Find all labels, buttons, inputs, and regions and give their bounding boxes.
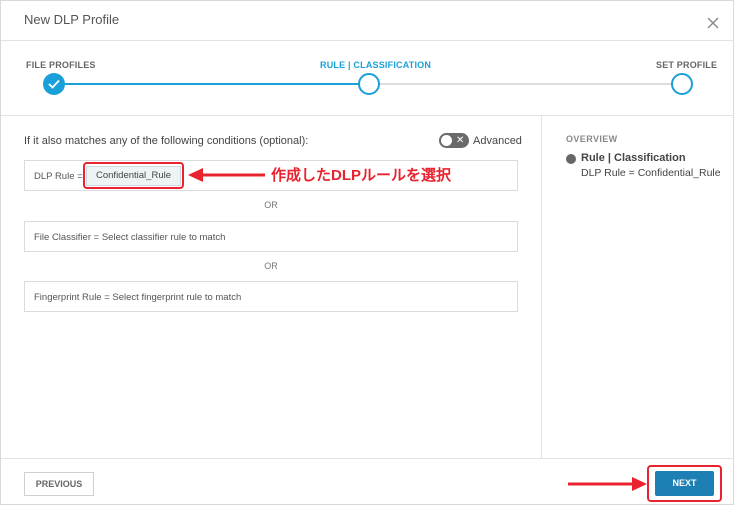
step-label-file-profiles: FILE PROFILES bbox=[26, 60, 96, 70]
previous-button[interactable]: PREVIOUS bbox=[24, 472, 94, 496]
step-rule-classification[interactable] bbox=[358, 73, 380, 95]
or-separator-2: OR bbox=[264, 261, 278, 271]
toggle-off-icon: ✕ bbox=[456, 135, 465, 146]
conditions-panel: If it also matches any of the following … bbox=[1, 116, 541, 458]
next-button[interactable]: NEXT bbox=[655, 471, 714, 496]
overview-title: OVERVIEW bbox=[566, 134, 618, 144]
dlp-rule-label: DLP Rule = bbox=[34, 171, 83, 182]
or-separator-1: OR bbox=[264, 200, 278, 210]
step-label-rule-classification: RULE | CLASSIFICATION bbox=[320, 60, 432, 70]
checkmark-icon bbox=[48, 79, 60, 89]
close-icon[interactable] bbox=[707, 17, 719, 29]
conditions-heading: If it also matches any of the following … bbox=[24, 135, 309, 147]
advanced-toggle[interactable]: ✕ bbox=[439, 133, 469, 148]
dialog-title: New DLP Profile bbox=[24, 12, 120, 27]
step-set-profile[interactable] bbox=[671, 73, 693, 95]
file-classifier-field[interactable]: File Classifier = Select classifier rule… bbox=[24, 221, 518, 252]
step-connector-pending bbox=[379, 83, 672, 85]
progress-stepper: FILE PROFILES RULE | CLASSIFICATION SET … bbox=[1, 41, 734, 116]
advanced-label: Advanced bbox=[473, 135, 522, 147]
step-connector-completed bbox=[65, 83, 359, 85]
overview-panel: OVERVIEW Rule | Classification DLP Rule … bbox=[541, 116, 734, 458]
overview-value: DLP Rule = Confidential_Rule bbox=[581, 167, 721, 179]
dialog-footer: PREVIOUS NEXT bbox=[1, 458, 734, 505]
fingerprint-rule-text: Fingerprint Rule = Select fingerprint ru… bbox=[34, 292, 242, 303]
fingerprint-rule-field[interactable]: Fingerprint Rule = Select fingerprint ru… bbox=[24, 281, 518, 312]
annotation-arrow-icon bbox=[188, 168, 265, 182]
new-dlp-profile-dialog: New DLP Profile FILE PROFILES RULE | CLA… bbox=[0, 0, 734, 505]
annotation-arrow-right-icon bbox=[568, 477, 647, 491]
toggle-knob bbox=[441, 135, 452, 146]
dialog-header: New DLP Profile bbox=[1, 1, 734, 41]
overview-heading: Rule | Classification bbox=[581, 152, 686, 164]
overview-bullet-icon bbox=[566, 154, 576, 164]
step-label-set-profile: SET PROFILE bbox=[656, 60, 718, 70]
file-classifier-text: File Classifier = Select classifier rule… bbox=[34, 232, 226, 243]
annotation-highlight-dlp-rule bbox=[83, 162, 184, 189]
step-file-profiles[interactable] bbox=[43, 73, 65, 95]
annotation-text: 作成したDLPルールを選択 bbox=[271, 167, 452, 184]
